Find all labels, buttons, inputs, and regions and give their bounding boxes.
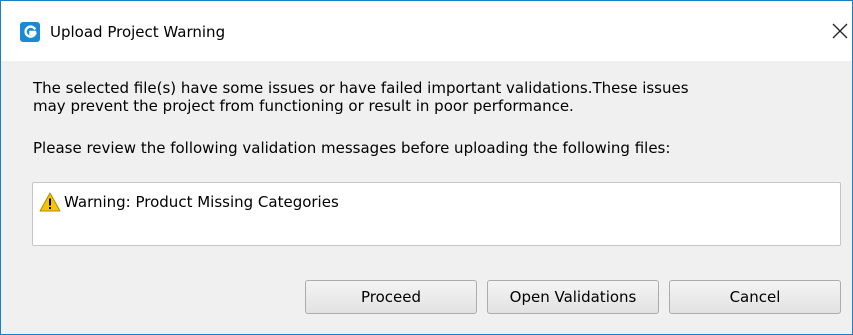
list-item[interactable]: Warning: Product Missing Categories — [39, 192, 339, 212]
warning-icon — [39, 192, 61, 212]
cancel-button[interactable]: Cancel — [669, 280, 841, 314]
app-logo-icon — [20, 22, 40, 42]
warning-message: The selected file(s) have some issues or… — [33, 79, 833, 115]
upload-project-warning-dialog: Upload Project Warning The selected file… — [0, 0, 853, 335]
validation-messages-list[interactable]: Warning: Product Missing Categories — [32, 182, 841, 246]
title-bar: Upload Project Warning — [1, 1, 852, 61]
close-icon[interactable] — [829, 20, 851, 42]
open-validations-button[interactable]: Open Validations — [487, 280, 659, 314]
proceed-button[interactable]: Proceed — [305, 280, 477, 314]
review-prompt: Please review the following validation m… — [33, 139, 671, 157]
warning-message-line-1: The selected file(s) have some issues or… — [33, 79, 689, 97]
validation-message-text: Warning: Product Missing Categories — [64, 193, 339, 211]
dialog-title: Upload Project Warning — [50, 23, 226, 41]
warning-message-line-2: may prevent the project from functioning… — [33, 97, 574, 115]
